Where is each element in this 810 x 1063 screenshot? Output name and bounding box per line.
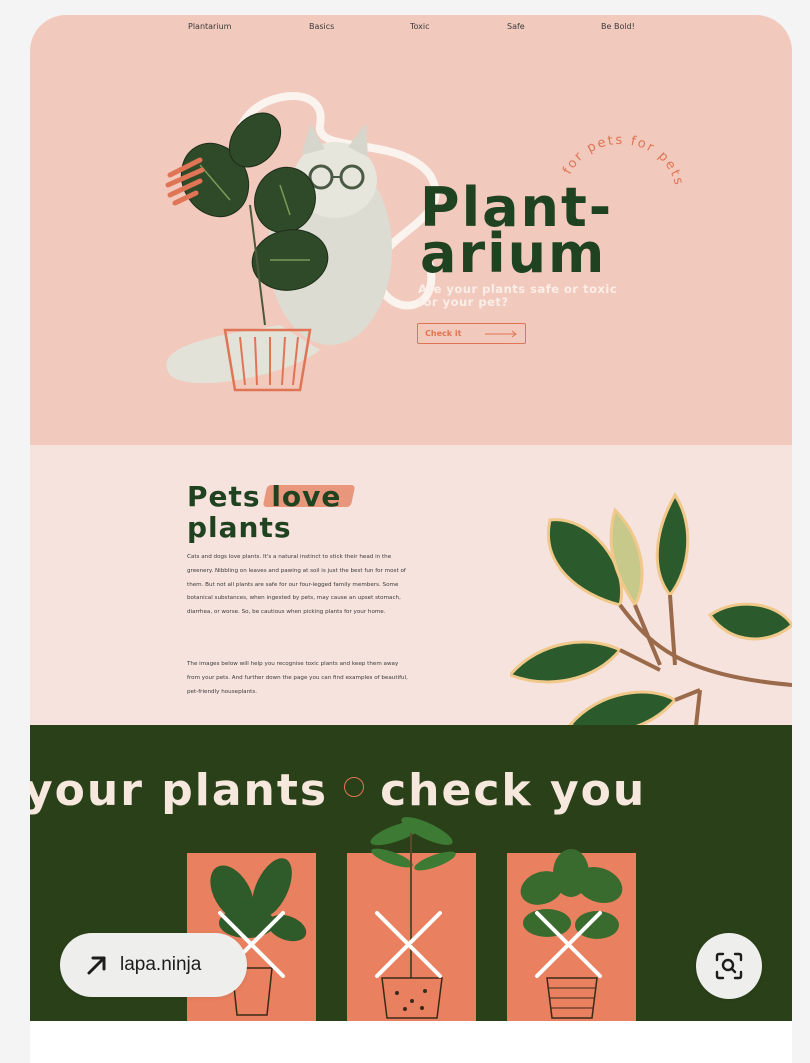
- heading-highlight: love: [271, 480, 342, 513]
- cross-icon: [375, 911, 442, 978]
- heading-line-2: plants: [187, 511, 292, 544]
- check-plants-section: your plants check you: [30, 725, 792, 1063]
- hero-section: Plantarium Basics Toxic Safe Be Bold! fo…: [30, 15, 792, 445]
- lens-search-icon: [715, 952, 743, 980]
- nav-item-safe[interactable]: Safe: [507, 22, 525, 31]
- down-circle-icon[interactable]: [344, 777, 365, 797]
- toxic-plant-2-illustration: [370, 817, 456, 1019]
- check-it-label: Check it: [425, 329, 462, 338]
- source-link-button[interactable]: lapa.ninja: [60, 933, 247, 997]
- source-domain-label: lapa.ninja: [120, 954, 202, 975]
- check-it-button[interactable]: Check it: [417, 323, 526, 344]
- top-nav: Plantarium Basics Toxic Safe Be Bold!: [30, 22, 792, 36]
- nav-item-toxic[interactable]: Toxic: [410, 22, 430, 31]
- nav-item-basics[interactable]: Basics: [309, 22, 334, 31]
- toxic-plant-card[interactable]: [347, 817, 476, 1025]
- intro-paragraph-1: Cats and dogs love plants. It's a natura…: [187, 554, 406, 616]
- brand-title: Plant- arium: [420, 181, 613, 285]
- visual-search-button[interactable]: [696, 933, 762, 999]
- arrow-right-icon: [485, 330, 517, 338]
- intro-section: Pets love plants Cats and dogs love plan…: [30, 445, 792, 828]
- website-preview-card[interactable]: Plantarium Basics Toxic Safe Be Bold! fo…: [30, 15, 792, 1063]
- cat-with-plant-illustration: [165, 92, 440, 392]
- marquee-text-left: your plants: [30, 765, 329, 816]
- toxic-plant-3-illustration: [520, 849, 623, 1019]
- hero-tagline: Are your plants safe or toxic for your p…: [418, 282, 618, 309]
- card-footer-area: [30, 1021, 792, 1063]
- nav-item-be-bold[interactable]: Be Bold!: [601, 22, 635, 31]
- marquee-text-right: check you: [380, 765, 647, 816]
- nav-item-plantarium[interactable]: Plantarium: [188, 22, 231, 31]
- intro-heading: Pets love plants: [187, 481, 341, 543]
- toxic-plant-card[interactable]: [507, 849, 636, 1025]
- heading-part-1: Pets: [187, 480, 272, 513]
- intro-paragraph-2: The images below will help you recognise…: [187, 661, 408, 695]
- title-line-2: arium: [420, 222, 607, 285]
- scrolling-marquee: your plants check you: [30, 765, 646, 816]
- arrow-up-right-icon: [87, 956, 106, 975]
